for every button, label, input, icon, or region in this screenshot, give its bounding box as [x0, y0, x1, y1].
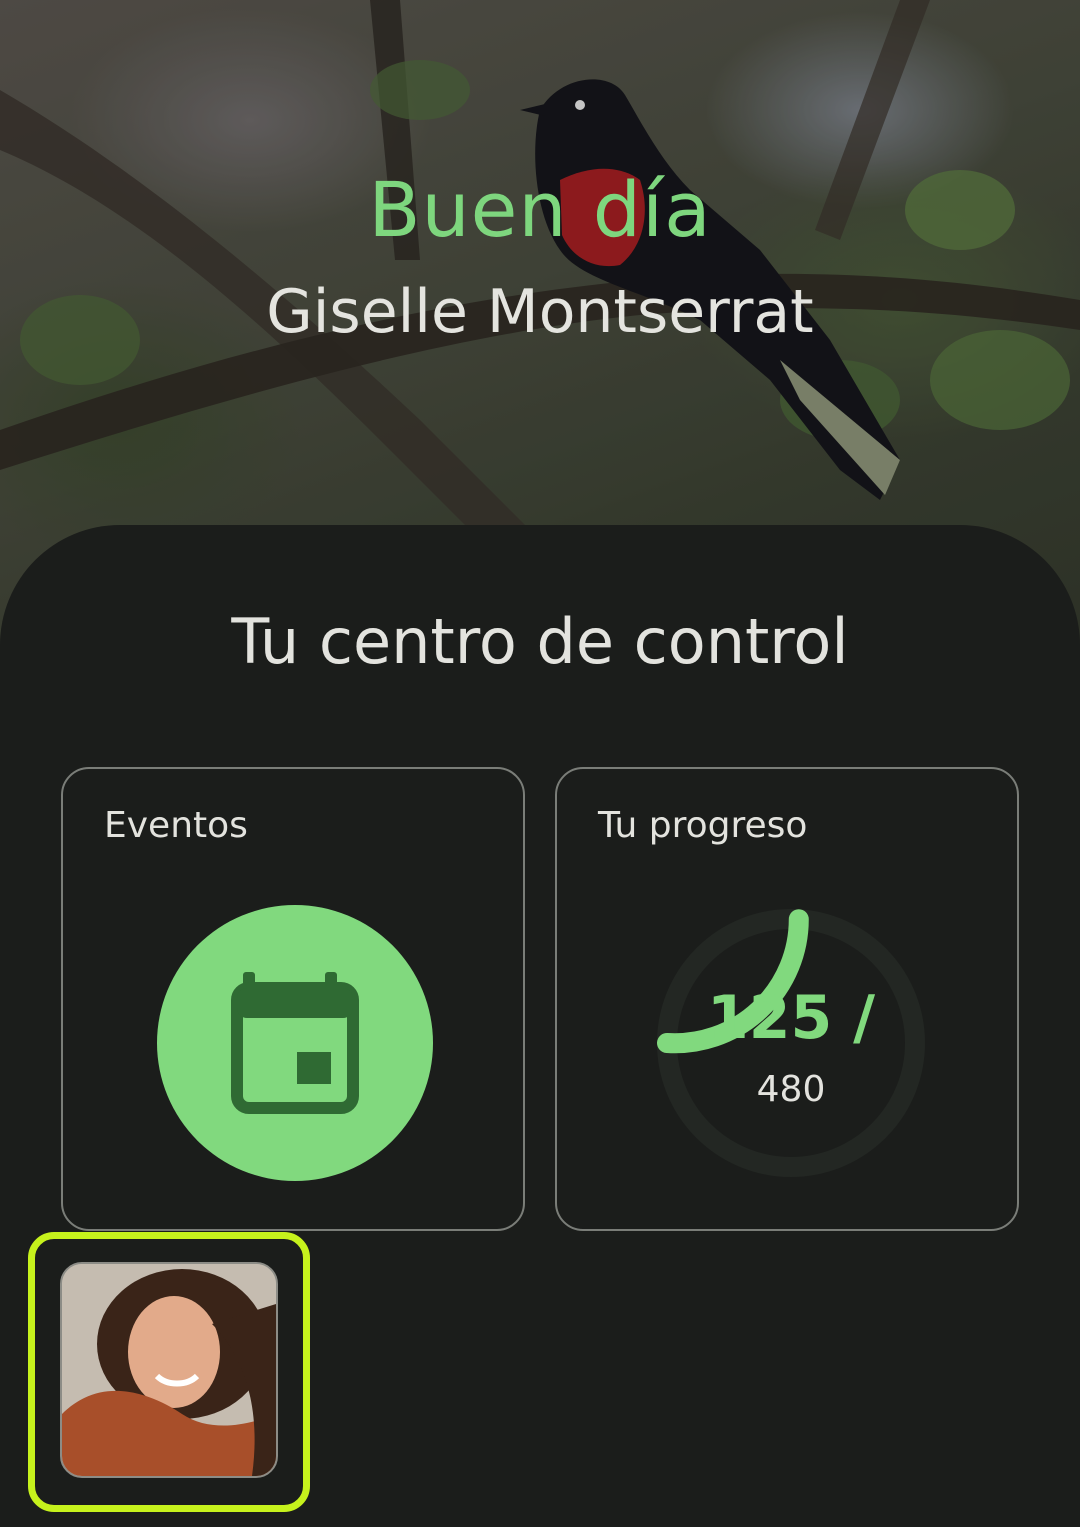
- progress-card[interactable]: Tu progreso 125 / 480: [555, 767, 1019, 1231]
- events-card-label: Eventos: [104, 805, 248, 846]
- progress-total-value: 480: [756, 1069, 826, 1110]
- calendar-icon: [231, 972, 359, 1114]
- progress-card-label: Tu progreso: [598, 805, 808, 846]
- avatar[interactable]: [60, 1262, 278, 1478]
- progress-current-value: 125 /: [706, 983, 876, 1053]
- profile-photo: [62, 1264, 276, 1476]
- events-button[interactable]: [157, 905, 433, 1181]
- section-title: Tu centro de control: [231, 605, 849, 678]
- user-name: Giselle Montserrat: [266, 277, 814, 347]
- events-card[interactable]: Eventos: [61, 767, 525, 1231]
- home-screen: Buen día Giselle Montserrat Tu centro de…: [0, 0, 1080, 1527]
- greeting-text: Buen día: [368, 165, 712, 254]
